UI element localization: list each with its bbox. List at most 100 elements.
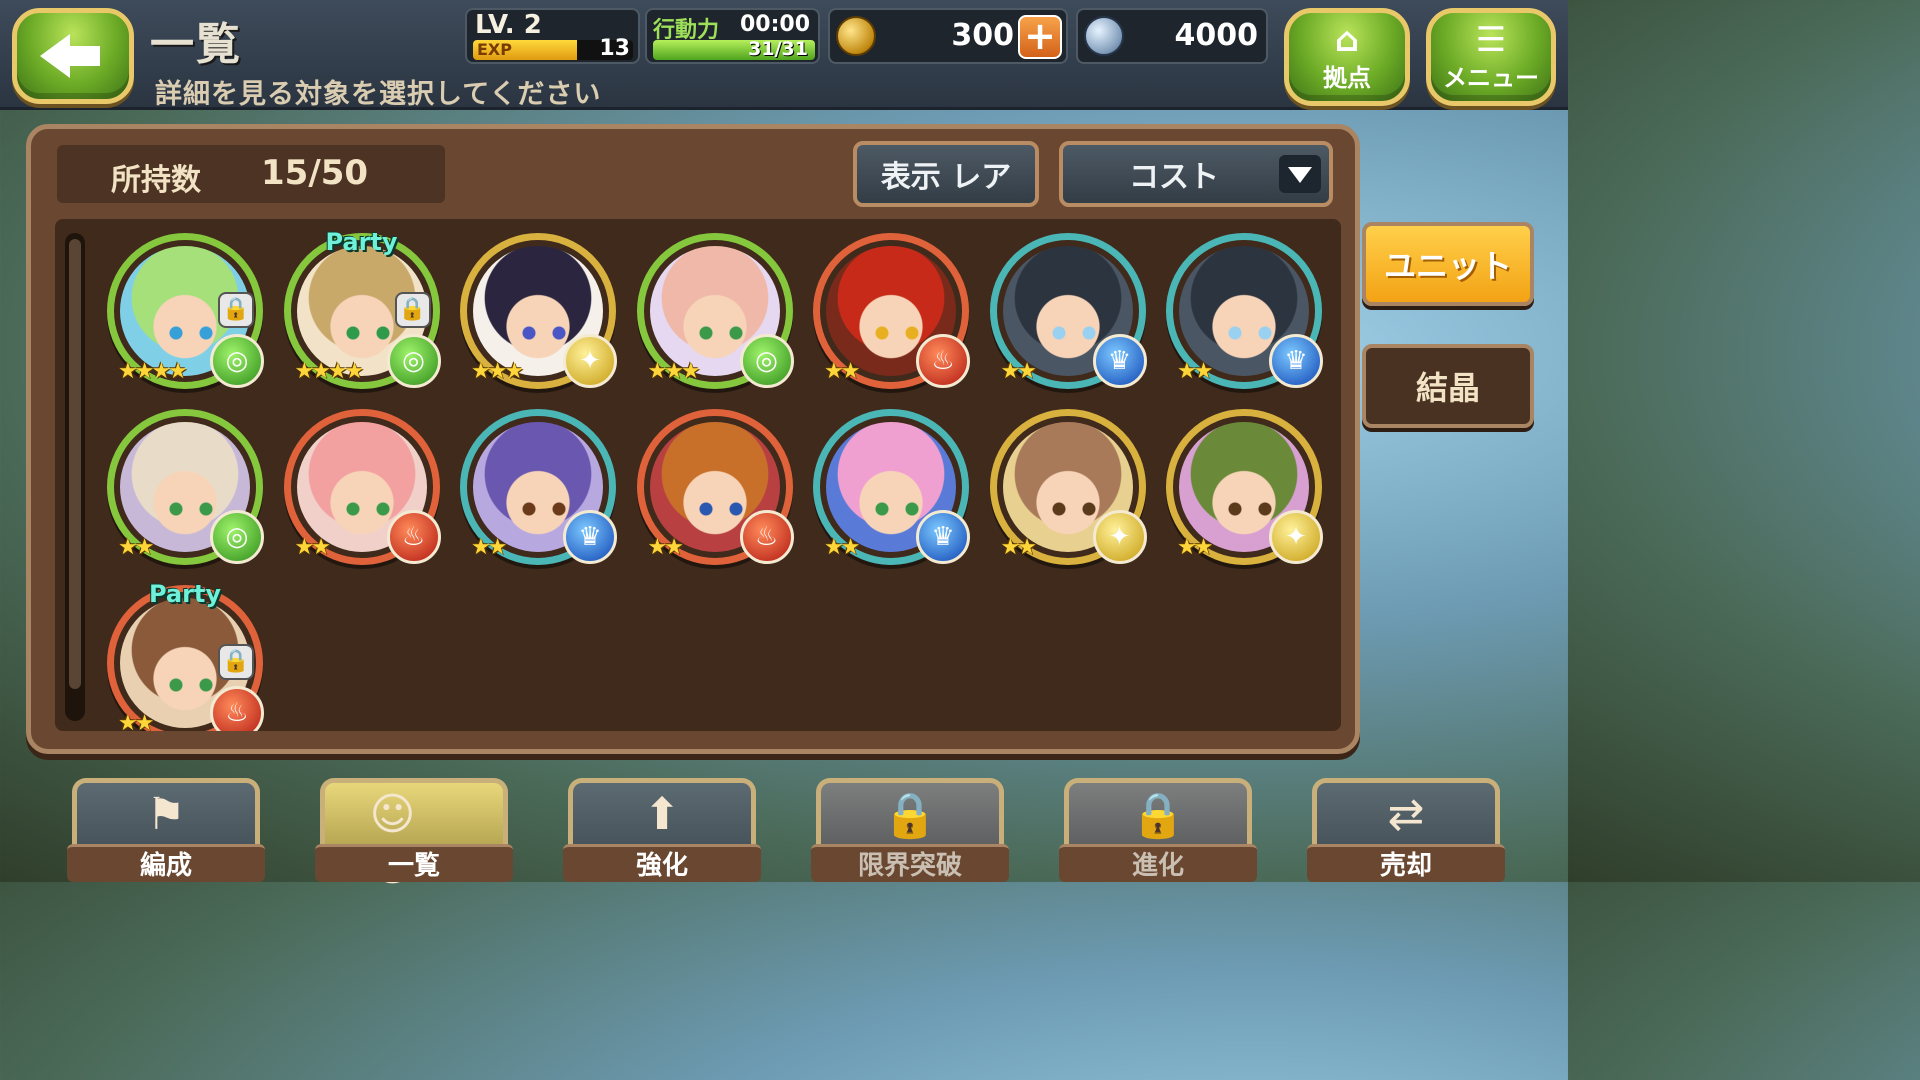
lock-icon: 🔒 [218, 292, 254, 328]
scrollbar-thumb[interactable] [69, 239, 81, 689]
display-rarity-button[interactable]: 表示 レア [853, 141, 1039, 207]
unit-card[interactable]: ♛ ★★ [813, 409, 970, 565]
chevron-down-icon [1279, 155, 1321, 193]
back-button[interactable] [12, 8, 134, 104]
page-title: 一覧 [150, 19, 242, 70]
water-element-icon: ♛ [1092, 334, 1147, 388]
fire-element-icon: ♨ [916, 334, 970, 388]
unit-card[interactable]: ♨ ★★ [636, 409, 794, 565]
unit-eyes [166, 678, 216, 692]
water-element-icon: ♛ [1269, 334, 1323, 388]
unit-card[interactable]: ✦ ★★ [1166, 409, 1323, 565]
owned-count-label: 所持数 [111, 163, 201, 198]
unit-eyes [1225, 502, 1275, 516]
rarity-stars: ★★ [1000, 359, 1037, 384]
unit-card[interactable]: ♨ ★★ [813, 233, 970, 389]
unit-eyes [695, 326, 746, 340]
fire-element-icon: ♨ [739, 510, 794, 564]
rarity-stars: ★★★★ [118, 359, 188, 384]
unit-eyes [519, 326, 569, 340]
nav-button-4[interactable]: 🔒 進化 [1059, 778, 1257, 882]
action-points-timer: 00:00 [739, 12, 810, 37]
unit-eyes [872, 326, 922, 340]
unit-eyes [695, 502, 746, 516]
crystal-icon [1084, 16, 1124, 56]
unit-card[interactable]: ◎ ★★ [107, 409, 264, 565]
nav-label: 売却 [1307, 844, 1505, 882]
unit-card[interactable]: ♛ ★★ [1166, 233, 1323, 389]
power-up-icon: ⬆ [643, 789, 681, 840]
water-element-icon: ♛ [916, 510, 970, 564]
unit-eyes [342, 502, 393, 516]
nav-button-5[interactable]: ⇄ 売却 [1307, 778, 1505, 882]
coin-box: 300 + [828, 8, 1068, 64]
unit-card[interactable]: ♨ ★★ [283, 409, 441, 565]
unit-card[interactable]: ✦ ★★ [989, 409, 1147, 565]
lock-icon: 🔒 [218, 644, 254, 680]
home-button[interactable]: ⌂ 拠点 [1284, 8, 1410, 106]
unit-card[interactable]: ♛ ★★ [460, 409, 617, 565]
unit-card[interactable]: Party 🔒 ◎ ★★★★ [283, 228, 441, 389]
tab-unit[interactable]: ユニット [1362, 222, 1534, 306]
rarity-stars: ★★ [118, 535, 154, 560]
nav-button-1[interactable]: ☺☺一覧 [315, 778, 513, 891]
unit-card[interactable]: ✦ ★★★ [460, 233, 617, 389]
unit-card[interactable]: ◎ ★★★ [636, 233, 794, 389]
light-element-icon: ✦ [1269, 510, 1323, 564]
tab-crystal[interactable]: 結晶 [1362, 344, 1534, 428]
owned-count-value: 15/50 [261, 153, 369, 193]
wind-element-icon: ◎ [386, 334, 441, 388]
unit-grid-scrollbar[interactable] [65, 233, 85, 721]
party-badge: Party [148, 580, 222, 608]
rarity-stars: ★★★ [647, 359, 701, 384]
page-subtitle: 詳細を見る対象を選択してください [155, 79, 602, 110]
rarity-stars: ★★ [1000, 535, 1037, 560]
level-label: LV. [475, 10, 515, 40]
unit-card[interactable]: ♛ ★★ [989, 233, 1147, 389]
coin-icon [836, 16, 876, 56]
sell-icon: ⇄ [1387, 789, 1425, 840]
wind-element-icon: ◎ [210, 510, 264, 564]
home-label: 拠点 [1323, 63, 1371, 92]
add-coins-button[interactable]: + [1018, 15, 1062, 59]
flag-icon: ⚑ [146, 789, 186, 840]
rarity-stars: ★★ [824, 535, 860, 560]
rarity-stars: ★★ [118, 711, 154, 731]
level-value: 2 [523, 10, 542, 40]
level-box: LV. 2 EXP 13 [465, 8, 640, 64]
rarity-stars: ★★ [471, 535, 507, 560]
party-badge: Party [325, 228, 398, 256]
nav-button-2[interactable]: ⬆ 強化 [563, 778, 761, 882]
menu-list-icon: ☰ [1475, 19, 1507, 60]
unit-eyes [519, 502, 569, 516]
unit-card[interactable]: Party 🔒 ♨ ★★ [107, 580, 264, 731]
exp-value: 13 [599, 36, 630, 61]
unit-card[interactable]: 🔒 ◎ ★★★★ [107, 233, 264, 389]
action-points-box: 行動力 00:00 31/31 [645, 8, 820, 64]
rarity-stars: ★★ [294, 535, 331, 560]
nav-button-0[interactable]: ⚑ 編成 [67, 778, 265, 882]
unit-eyes [1225, 326, 1275, 340]
sort-cost-dropdown[interactable]: コスト [1059, 141, 1333, 207]
unit-eyes [166, 326, 216, 340]
nav-button-3[interactable]: 🔒 限界突破 [811, 778, 1009, 882]
rarity-stars: ★★ [1177, 535, 1213, 560]
wind-element-icon: ◎ [210, 334, 264, 388]
nav-label: 編成 [67, 844, 265, 882]
rarity-stars: ★★ [1177, 359, 1213, 384]
back-arrow-icon [40, 34, 100, 78]
owned-count-box: 所持数 15/50 [57, 145, 445, 203]
unit-list-panel: 所持数 15/50 表示 レア コスト 🔒 ◎ ★★★★ Party 🔒 ◎ ★★★★ ✦ ★★… [26, 124, 1360, 754]
rarity-stars: ★★ [647, 535, 684, 560]
unit-eyes [872, 502, 922, 516]
light-element-icon: ✦ [1092, 510, 1147, 564]
nav-label: 限界突破 [811, 844, 1009, 882]
lock-icon: 🔒 [394, 292, 431, 328]
unit-eyes [1048, 326, 1099, 340]
menu-button[interactable]: ☰ メニュー [1426, 8, 1556, 106]
lock-icon: 🔒 [882, 790, 938, 841]
lock-icon: 🔒 [1130, 790, 1186, 841]
fire-element-icon: ♨ [386, 510, 441, 564]
crystal-value: 4000 [1174, 18, 1259, 53]
water-element-icon: ♛ [563, 510, 617, 564]
